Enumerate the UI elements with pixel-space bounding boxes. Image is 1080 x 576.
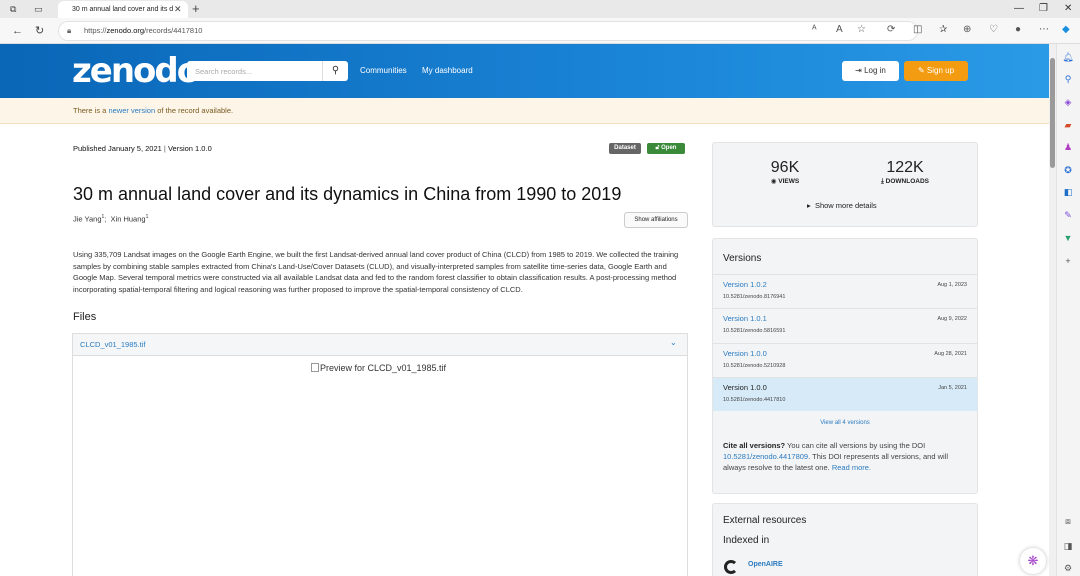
- tools-icon[interactable]: ▰: [1062, 119, 1074, 131]
- signup-button[interactable]: ✎ Sign up: [904, 61, 968, 81]
- record-description: Using 335,709 Landsat images on the Goog…: [73, 250, 679, 294]
- favorite-star-icon[interactable]: ☆: [857, 24, 866, 36]
- files-heading: Files: [73, 311, 97, 323]
- screenshot-icon[interactable]: ⧈: [1062, 515, 1074, 527]
- concept-doi-link[interactable]: 10.5281/zenodo.4417809: [723, 452, 808, 461]
- version-doi: 10.5281/zenodo.4417810: [723, 397, 786, 403]
- file-preview-image: Preview for CLCD_v01_1985.tif: [311, 362, 446, 374]
- restore-icon[interactable]: ❐: [1039, 0, 1048, 17]
- refresh-icon[interactable]: ↻: [35, 24, 44, 38]
- newer-version-link[interactable]: newer version: [108, 106, 155, 115]
- show-affiliations-button[interactable]: Show affiliations: [624, 212, 688, 228]
- external-resources-heading: External resources: [723, 515, 807, 526]
- downloads-count: 122K: [886, 159, 924, 176]
- notifications-icon[interactable]: 🔔︎: [1062, 51, 1074, 63]
- version-label[interactable]: Version 1.0.1: [723, 314, 767, 324]
- openaire-link[interactable]: OpenAIRE: [748, 560, 783, 569]
- signup-icon: ✎: [917, 66, 927, 75]
- lock-icon[interactable]: 🔒︎: [67, 25, 71, 37]
- drop-icon[interactable]: ✎: [1062, 209, 1074, 221]
- favorites-icon[interactable]: ✰: [939, 24, 947, 36]
- tab-close-icon[interactable]: ✕: [174, 1, 182, 17]
- version-doi: 10.5281/zenodo.8176941: [723, 294, 786, 300]
- version-date: Aug 9, 2022: [937, 316, 967, 322]
- version-item[interactable]: Version 1.0.1 10.5281/zenodo.5816591 Aug…: [713, 308, 977, 342]
- tab-actions-icon[interactable]: ▭: [34, 2, 43, 16]
- browser-essentials-icon[interactable]: ♡: [989, 24, 998, 36]
- version-date: Jan 5, 2021: [938, 385, 967, 391]
- open-access-badge: 🔓︎ Open: [647, 143, 685, 154]
- scrollbar-thumb[interactable]: [1050, 58, 1055, 168]
- views-label: ◉ VIEWS: [770, 178, 800, 185]
- add-sidebar-app-icon[interactable]: +: [1062, 255, 1074, 267]
- back-icon[interactable]: ←: [12, 24, 23, 38]
- shopping-icon[interactable]: ◈: [1062, 96, 1074, 108]
- zenodo-logo[interactable]: zenodo: [72, 52, 200, 90]
- authors: Jie Yang1; Xin Huang1: [73, 214, 149, 224]
- nav-my-dashboard[interactable]: My dashboard: [422, 66, 473, 76]
- version-label[interactable]: Version 1.0.0: [723, 349, 767, 359]
- view-all-versions-link[interactable]: View all 4 versions: [713, 419, 977, 427]
- workspaces-icon[interactable]: ⧉: [10, 2, 16, 16]
- version-date: Aug 28, 2021: [934, 351, 967, 357]
- collections-icon[interactable]: ⊕: [963, 24, 971, 36]
- signup-label: Sign up: [926, 66, 955, 75]
- version-date: Aug 1, 2023: [937, 282, 967, 288]
- copilot-floating-icon[interactable]: ❋: [1020, 548, 1046, 574]
- extension-icon[interactable]: ⟳: [887, 24, 895, 36]
- login-icon: ⇥: [855, 66, 865, 75]
- version-doi: 10.5281/zenodo.5816591: [723, 328, 786, 334]
- dataset-badge: Dataset: [609, 143, 641, 154]
- file-accordion-header[interactable]: [72, 333, 688, 356]
- show-more-details[interactable]: ▸ Show more details: [807, 201, 877, 211]
- minimize-icon[interactable]: —: [1014, 0, 1024, 17]
- openaire-icon: [724, 560, 738, 574]
- split-screen-icon[interactable]: ◫: [913, 24, 922, 36]
- cite-all-versions: Cite all versions? You can cite all vers…: [723, 441, 949, 472]
- broken-image-icon: [311, 363, 319, 372]
- indexed-in-heading: Indexed in: [723, 535, 770, 546]
- games-icon[interactable]: ♟: [1062, 141, 1074, 153]
- outlook-icon[interactable]: ◧: [1062, 186, 1074, 198]
- caret-right-icon: ▸: [807, 201, 813, 210]
- search-input[interactable]: [187, 61, 322, 81]
- sidebar-search-icon[interactable]: ⚲: [1062, 73, 1074, 85]
- version-doi: 10.5281/zenodo.5210928: [723, 363, 786, 369]
- author-link[interactable]: Jie Yang: [73, 215, 102, 224]
- author-link[interactable]: Xin Huang: [111, 215, 146, 224]
- url-text[interactable]: https://zenodo.org/records/4417810: [84, 25, 202, 37]
- new-tab-icon[interactable]: +: [192, 0, 200, 17]
- login-button[interactable]: ⇥ Log in: [842, 61, 899, 81]
- downloads-label: ⤓ DOWNLOADS: [880, 178, 930, 185]
- search-icon: ⚲: [331, 65, 340, 76]
- version-label: Version 1.0.0: [723, 383, 767, 392]
- search-field[interactable]: [187, 61, 322, 81]
- login-label: Log in: [864, 66, 886, 75]
- copilot-toolbar-icon[interactable]: ◆: [1062, 24, 1070, 36]
- sidebar-toggle-icon[interactable]: ◨: [1062, 540, 1074, 552]
- publication-info: Published January 5, 2021 | Version 1.0.…: [73, 144, 212, 153]
- more-menu-icon[interactable]: ⋯: [1039, 24, 1049, 36]
- banner-text: There is a newer version of the record a…: [73, 106, 234, 115]
- profile-icon[interactable]: ●: [1015, 24, 1021, 36]
- close-window-icon[interactable]: ✕: [1064, 0, 1072, 17]
- m365-icon[interactable]: ✪: [1062, 164, 1074, 176]
- views-count: 96K: [770, 159, 800, 176]
- record-title: 30 m annual land cover and its dynamics …: [73, 184, 622, 204]
- version-item[interactable]: Version 1.0.2 10.5281/zenodo.8176941 Aug…: [713, 274, 977, 308]
- search-button[interactable]: ⚲: [322, 61, 348, 81]
- read-aloud-icon[interactable]: ᴬ: [812, 24, 817, 36]
- nav-communities[interactable]: Communities: [360, 66, 407, 76]
- text-size-icon[interactable]: A: [836, 24, 843, 36]
- version-item[interactable]: Version 1.0.0 10.5281/zenodo.5210928 Aug…: [713, 343, 977, 377]
- sidebar-settings-icon[interactable]: ⚙: [1062, 562, 1074, 574]
- designer-icon[interactable]: ▼: [1062, 232, 1074, 244]
- versions-heading: Versions: [723, 253, 762, 264]
- read-more-link[interactable]: Read more.: [832, 463, 871, 472]
- version-label[interactable]: Version 1.0.2: [723, 280, 767, 290]
- file-name-link[interactable]: CLCD_v01_1985.tif: [80, 340, 145, 350]
- browser-tab[interactable]: 30 m annual land cover and its d: [58, 1, 188, 18]
- version-item-current[interactable]: Version 1.0.0 10.5281/zenodo.4417810 Jan…: [713, 377, 977, 411]
- chevron-down-icon[interactable]: ⌄: [670, 337, 677, 349]
